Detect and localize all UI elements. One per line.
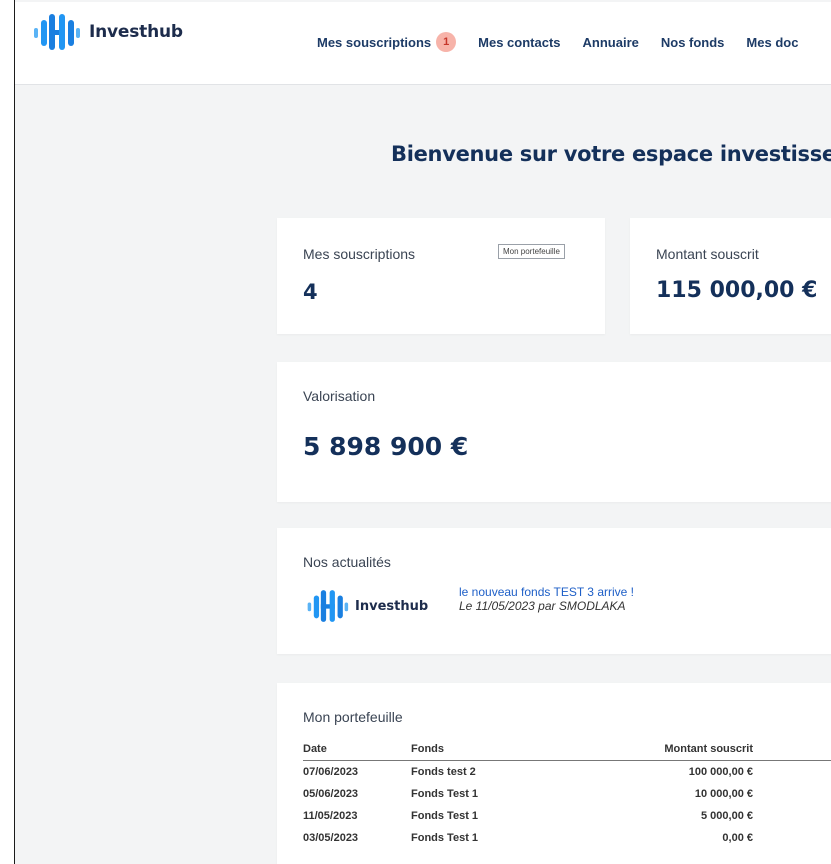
brand-logo[interactable]: Investhub: [31, 12, 183, 52]
cell-date: 07/06/2023: [303, 766, 359, 778]
cell-montant: 0,00 €: [722, 832, 753, 844]
cell-montant: 5 000,00 €: [701, 810, 753, 822]
card-label: Montant souscrit: [656, 246, 759, 262]
cell-date: 05/06/2023: [303, 788, 359, 800]
cell-fonds: Fonds Test 1: [411, 832, 479, 844]
cell-spacer: [753, 761, 831, 784]
news-item-title[interactable]: le nouveau fonds TEST 3 arrive !: [459, 585, 634, 599]
cell-spacer: [753, 805, 831, 827]
cell-fonds: Fonds Test 1: [411, 788, 479, 800]
notification-badge: 1: [436, 32, 457, 52]
cell-date: 11/05/2023: [303, 810, 358, 822]
nav-label: Nos fonds: [660, 34, 725, 50]
card-label: Valorisation: [303, 388, 376, 404]
card-value: 115 000,00 €: [656, 278, 818, 303]
cell-fonds: Fonds Test 1: [411, 810, 479, 822]
subscriptions-card: Mes souscriptions Mon portefeuille 4: [277, 218, 605, 334]
amount-card: Montant souscrit 115 000,00 €: [630, 218, 831, 334]
column-header-spacer: [753, 738, 831, 761]
top-header: Investhub Mes souscriptions 1 Mes contac…: [15, 2, 831, 85]
mon-portefeuille-link[interactable]: Mon portefeuille: [498, 244, 565, 259]
nav-label: Annuaire: [582, 34, 639, 50]
cell-spacer: [753, 827, 831, 849]
brand-name: Investhub: [89, 22, 183, 42]
column-header-fonds: Fonds: [411, 738, 591, 761]
card-label: Nos actualités: [303, 554, 391, 570]
table-row[interactable]: 07/06/2023 Fonds test 2 100 000,00 €: [303, 761, 831, 784]
card-value: 4: [303, 280, 318, 304]
portfolio-card: Mon portefeuille Date Fonds Montant sous…: [277, 683, 831, 864]
nav-mes-contacts[interactable]: Mes contacts: [478, 35, 560, 50]
nav-mes-souscriptions[interactable]: Mes souscriptions 1: [317, 32, 457, 52]
table-row[interactable]: 11/05/2023 Fonds Test 1 5 000,00 €: [303, 805, 831, 827]
column-header-montant: Montant souscrit: [591, 738, 753, 761]
column-header-date: Date: [303, 738, 411, 761]
card-label: Mon portefeuille: [303, 709, 403, 725]
table-row[interactable]: 05/06/2023 Fonds Test 1 10 000,00 €: [303, 783, 831, 805]
valuation-card: Valorisation 5 898 900 €: [277, 362, 831, 502]
nav-label: Mes souscriptions: [317, 34, 432, 50]
news-logo: Investhub: [305, 588, 428, 624]
nav-nos-fonds[interactable]: Nos fonds: [661, 35, 725, 50]
cell-montant: 10 000,00 €: [694, 788, 753, 800]
cell-fonds: Fonds test 2: [411, 766, 476, 778]
investhub-logo-icon: [307, 590, 349, 622]
page-title: Bienvenue sur votre espace investisseu: [391, 142, 831, 166]
nav-label: Mes contacts: [478, 34, 561, 50]
table-header-row: Date Fonds Montant souscrit: [303, 738, 831, 761]
nav-annuaire[interactable]: Annuaire: [583, 35, 639, 50]
cell-montant: 100 000,00 €: [688, 766, 753, 778]
cell-date: 03/05/2023: [303, 832, 359, 844]
news-logo-text: Investhub: [355, 598, 429, 614]
card-value: 5 898 900 €: [303, 432, 469, 461]
investhub-logo-icon: [34, 14, 80, 50]
portfolio-table: Date Fonds Montant souscrit 07/06/2023 F…: [303, 738, 831, 849]
nav-mes-documents[interactable]: Mes doc: [746, 35, 798, 50]
card-label: Mes souscriptions: [303, 246, 416, 262]
app-window: Investhub Mes souscriptions 1 Mes contac…: [14, 0, 831, 864]
news-item-meta: Le 11/05/2023 par SMODLAKA: [459, 599, 626, 613]
news-card: Nos actualités Investhub le nouveau fond…: [277, 528, 831, 654]
nav-label: Mes doc: [746, 34, 799, 50]
table-row[interactable]: 03/05/2023 Fonds Test 1 0,00 €: [303, 827, 831, 849]
cell-spacer: [753, 783, 831, 805]
main-nav: Mes souscriptions 1 Mes contacts Annuair…: [317, 32, 820, 52]
